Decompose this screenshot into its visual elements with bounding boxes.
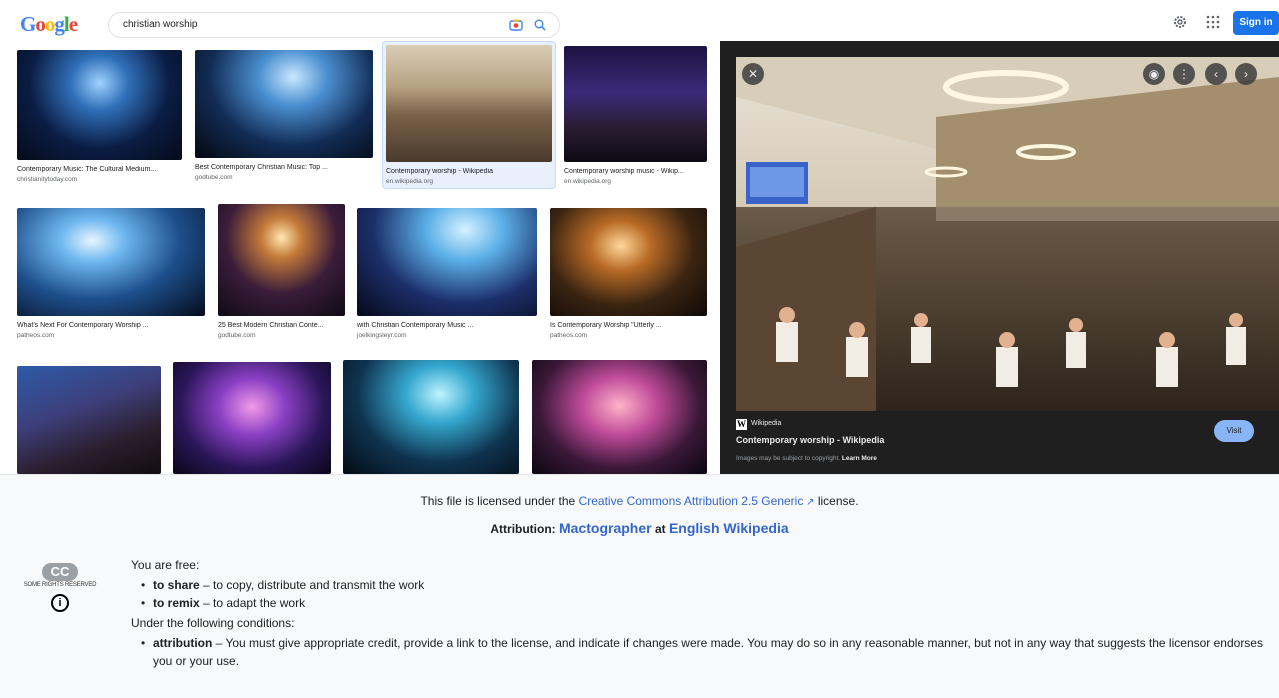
image-results-grid: Contemporary Music: The Cultural Medium.… bbox=[0, 41, 716, 474]
search-icon[interactable] bbox=[533, 18, 547, 32]
result-title[interactable]: 25 Best Modern Christian Conte... bbox=[218, 322, 345, 329]
result-tile[interactable]: with Christian Contemporary Music ... jo… bbox=[357, 208, 537, 339]
preview-title[interactable]: Contemporary worship - Wikipedia bbox=[736, 435, 884, 445]
cc-logo-icon: CC bbox=[42, 563, 78, 581]
result-title[interactable]: with Christian Contemporary Music ... bbox=[357, 322, 537, 329]
result-source: patheos.com bbox=[550, 332, 588, 339]
close-preview-button[interactable]: ✕ bbox=[742, 63, 764, 85]
remix-desc: – to adapt the work bbox=[203, 596, 306, 610]
lens-search-button[interactable]: ◉ bbox=[1143, 63, 1165, 85]
preview-photo bbox=[736, 57, 1279, 411]
attribution-term: attribution bbox=[153, 636, 213, 650]
attribution-at: at bbox=[654, 522, 666, 536]
license-suffix: license. bbox=[817, 494, 859, 508]
copyright-text: Images may be subject to copyright. bbox=[736, 455, 841, 462]
cc-badge[interactable]: CC SOME RIGHTS RESERVED i bbox=[22, 563, 98, 612]
cc-rights-text: SOME RIGHTS RESERVED bbox=[23, 582, 97, 588]
result-tile[interactable]: Contemporary worship music - Wikip... en… bbox=[564, 46, 707, 185]
result-source: patheos.com bbox=[17, 332, 55, 339]
conditions-list: attribution – You must give appropriate … bbox=[131, 634, 1276, 670]
freedoms-list: to share – to copy, distribute and trans… bbox=[131, 576, 1276, 612]
result-thumbnail[interactable] bbox=[357, 208, 537, 316]
attribution-icon: i bbox=[51, 594, 69, 612]
result-source: godtube.com bbox=[218, 332, 256, 339]
preview-image[interactable] bbox=[736, 57, 1279, 411]
attribution-label: Attribution: bbox=[490, 522, 556, 536]
result-thumbnail[interactable] bbox=[343, 360, 519, 474]
result-tile[interactable] bbox=[532, 360, 707, 474]
result-title[interactable]: Contemporary Music: The Cultural Medium.… bbox=[17, 166, 182, 173]
next-image-button[interactable]: › bbox=[1235, 63, 1257, 85]
conditions-heading: Under the following conditions: bbox=[131, 616, 295, 630]
result-tile[interactable] bbox=[17, 366, 161, 474]
remix-term: to remix bbox=[153, 596, 200, 610]
copyright-note: Images may be subject to copyright. Lear… bbox=[736, 455, 877, 462]
search-box[interactable]: christian worship bbox=[108, 12, 560, 38]
result-thumbnail[interactable] bbox=[564, 46, 707, 162]
result-source: joelkingsleyr.com bbox=[357, 332, 407, 339]
result-thumbnail[interactable] bbox=[173, 362, 331, 474]
previous-image-button[interactable]: ‹ bbox=[1205, 63, 1227, 85]
camera-icon[interactable] bbox=[509, 18, 523, 32]
result-thumbnail[interactable] bbox=[218, 204, 345, 316]
list-item: to remix – to adapt the work bbox=[131, 594, 1276, 612]
search-input[interactable]: christian worship bbox=[123, 19, 197, 30]
free-heading: You are free: bbox=[131, 558, 200, 572]
attribution-line: Attribution: Mactographer at English Wik… bbox=[0, 520, 1279, 536]
share-desc: – to copy, distribute and transmit the w… bbox=[203, 578, 425, 592]
result-thumbnail[interactable] bbox=[532, 360, 707, 474]
preview-site-name[interactable]: Wikipedia bbox=[751, 420, 781, 427]
image-preview-panel: ✕ ◉ ⋮ ‹ › W Wikipedia Contemporary worsh… bbox=[720, 41, 1279, 474]
more-options-button[interactable]: ⋮ bbox=[1173, 63, 1195, 85]
result-tile[interactable] bbox=[343, 360, 519, 474]
top-bar: Google christian worship Sign in bbox=[0, 0, 1279, 44]
result-thumbnail[interactable] bbox=[17, 366, 161, 474]
result-thumbnail[interactable] bbox=[550, 208, 707, 316]
share-term: to share bbox=[153, 578, 200, 592]
license-panel: This file is licensed under the Creative… bbox=[0, 474, 1279, 698]
license-link[interactable]: Creative Commons Attribution 2.5 Generic bbox=[579, 494, 804, 508]
attribution-desc: – You must give appropriate credit, prov… bbox=[153, 636, 1263, 668]
settings-icon[interactable] bbox=[1172, 14, 1188, 30]
result-tile[interactable]: Best Contemporary Christian Music: Top .… bbox=[195, 50, 373, 181]
learn-more-link[interactable]: Learn More bbox=[842, 455, 877, 462]
result-tile[interactable]: Contemporary Music: The Cultural Medium.… bbox=[17, 50, 182, 183]
result-source: christianitytoday.com bbox=[17, 176, 78, 183]
result-tile[interactable] bbox=[173, 362, 331, 474]
result-source: en.wikipedia.org bbox=[564, 178, 611, 185]
page: Google christian worship Sign in Contemp… bbox=[0, 0, 1279, 698]
license-statement: This file is licensed under the Creative… bbox=[0, 494, 1279, 508]
result-title[interactable]: Contemporary worship music - Wikip... bbox=[564, 168, 707, 175]
list-item: attribution – You must give appropriate … bbox=[131, 634, 1276, 670]
result-thumbnail[interactable] bbox=[195, 50, 373, 158]
site-link[interactable]: English Wikipedia bbox=[669, 520, 789, 536]
license-prefix: This file is licensed under the bbox=[420, 494, 576, 508]
sign-in-button[interactable]: Sign in bbox=[1233, 11, 1279, 35]
result-title[interactable]: Best Contemporary Christian Music: Top .… bbox=[195, 164, 373, 171]
list-item: to share – to copy, distribute and trans… bbox=[131, 576, 1276, 594]
visit-button[interactable]: Visit bbox=[1214, 420, 1254, 442]
result-tile[interactable]: 25 Best Modern Christian Conte... godtub… bbox=[218, 204, 345, 339]
result-title[interactable]: What's Next For Contemporary Worship ... bbox=[17, 322, 205, 329]
result-thumbnail[interactable] bbox=[17, 50, 182, 160]
result-source: godtube.com bbox=[195, 174, 233, 181]
result-tile[interactable]: Is Contemporary Worship "Utterly ... pat… bbox=[550, 208, 707, 339]
result-tile[interactable]: What's Next For Contemporary Worship ...… bbox=[17, 208, 205, 339]
result-thumbnail[interactable] bbox=[17, 208, 205, 316]
google-logo[interactable]: Google bbox=[20, 12, 78, 37]
apps-icon[interactable] bbox=[1206, 15, 1220, 29]
result-title[interactable]: Contemporary worship - Wikipedia bbox=[386, 168, 552, 175]
author-link[interactable]: Mactographer bbox=[559, 520, 652, 536]
external-link-icon: ↗ bbox=[803, 497, 815, 508]
result-source: en.wikipedia.org bbox=[386, 178, 433, 185]
result-title[interactable]: Is Contemporary Worship "Utterly ... bbox=[550, 322, 707, 329]
result-thumbnail[interactable] bbox=[386, 45, 552, 162]
result-tile-selected[interactable]: Contemporary worship - Wikipedia en.wiki… bbox=[382, 41, 556, 189]
wikipedia-icon: W bbox=[736, 419, 747, 430]
license-terms: You are free: to share – to copy, distri… bbox=[131, 554, 1276, 670]
